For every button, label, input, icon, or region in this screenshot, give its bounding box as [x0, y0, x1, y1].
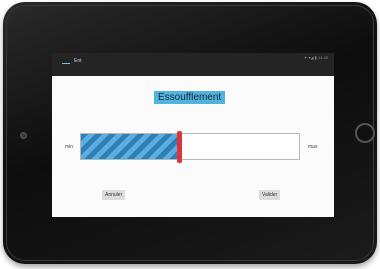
- status-bar: ✦ ▾◢ ▮ 14:45: [304, 55, 328, 60]
- app-screen: Ent ✦ ▾◢ ▮ 14:45 Essoufflement min max A…: [52, 53, 334, 217]
- nav-title[interactable]: Ent: [74, 58, 82, 64]
- breathlessness-slider[interactable]: [80, 131, 300, 163]
- slider-fill: [81, 134, 180, 159]
- action-bar: Ent ✦ ▾◢ ▮ 14:45: [52, 53, 334, 76]
- cancel-button[interactable]: Annuler: [102, 190, 126, 200]
- home-button[interactable]: [355, 123, 375, 143]
- page-title: Essoufflement: [154, 91, 226, 104]
- slider-min-label: min: [65, 144, 74, 150]
- validate-button[interactable]: Valider: [259, 190, 281, 200]
- back-arrow-icon[interactable]: [62, 63, 70, 64]
- slider-handle[interactable]: [177, 131, 183, 163]
- camera-icon: [20, 132, 27, 139]
- slider-max-label: max: [308, 144, 318, 150]
